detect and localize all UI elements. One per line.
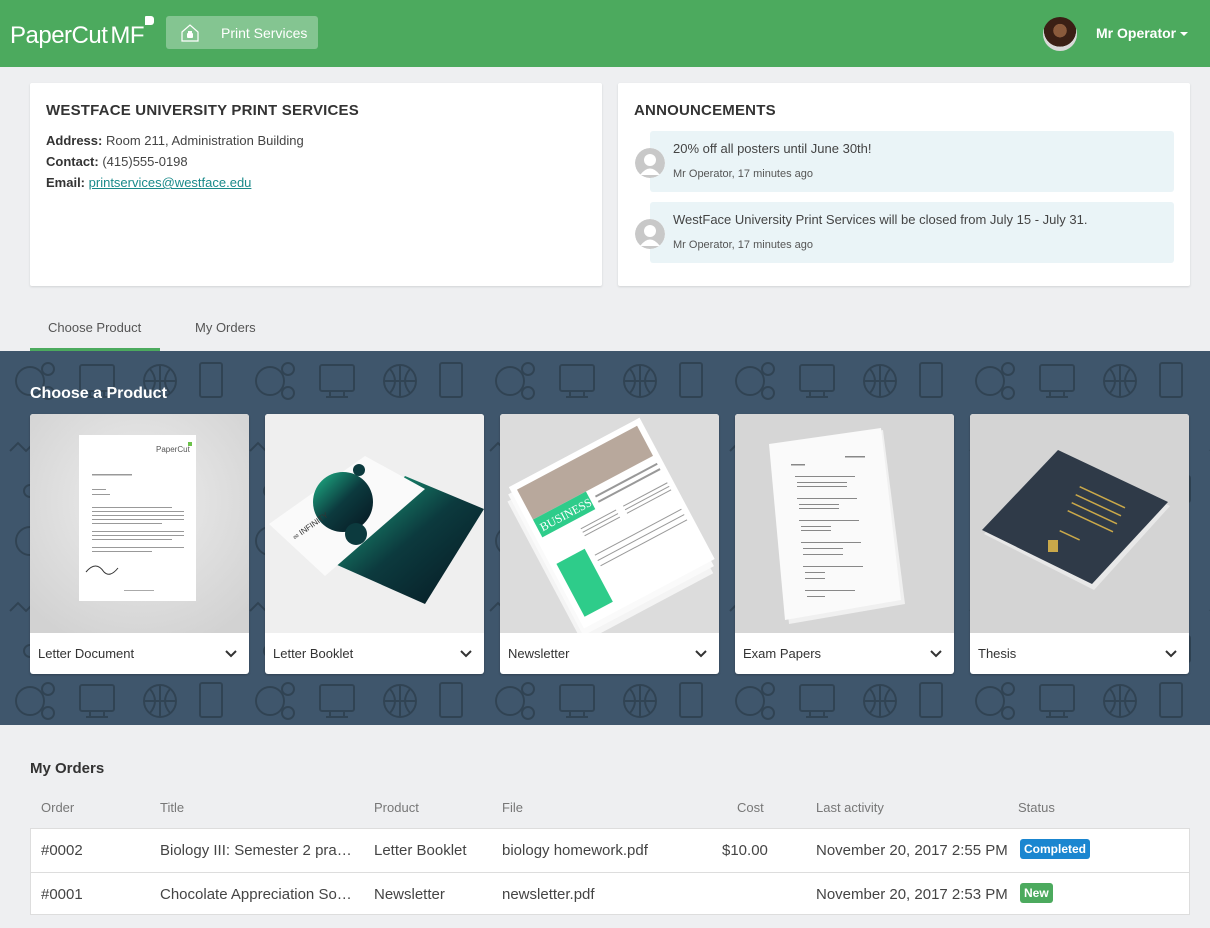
order-cost: $10.00 [722,842,768,859]
product-label: Letter Document [38,646,135,661]
announcement-text: WestFace University Print Services will … [673,212,1088,227]
order-number: #0002 [41,842,83,859]
user-placeholder-icon [635,148,665,178]
exam-papers-image [735,414,954,633]
print-services-label: Print Services [221,24,308,41]
table-row[interactable]: #0001 Chocolate Appreciation So… Newslet… [31,872,1189,915]
chevron-down-icon[interactable] [1165,648,1177,658]
order-product: Letter Booklet [374,842,467,859]
chevron-down-icon[interactable] [695,648,707,658]
order-title: Biology III: Semester 2 pra… [160,842,352,859]
product-card-letter-document[interactable]: PaperCut Letter Document [30,414,249,674]
my-orders-heading: My Orders [30,760,105,777]
logo-flag-icon [145,16,155,25]
print-services-button[interactable]: Print Services [166,16,318,49]
orders-table-header: Order Title Product File Cost Last activ… [30,788,1190,828]
column-header-title[interactable]: Title [160,800,184,815]
product-card-letter-booklet[interactable]: ∞ INFINITY Letter Booklet [265,414,484,674]
column-header-order[interactable]: Order [41,800,74,815]
papercut-logo[interactable]: PaperCut MF [10,16,155,50]
address-label: Address: [46,133,103,148]
email-link[interactable]: printservices@westface.edu [89,175,252,190]
tab-choose-product[interactable]: Choose Product [48,320,141,335]
order-file: newsletter.pdf [502,886,595,903]
column-header-product[interactable]: Product [374,800,419,815]
product-card-thesis[interactable]: Thesis [970,414,1189,674]
orders-table: #0002 Biology III: Semester 2 pra… Lette… [30,828,1190,915]
address-value: Room 211, Administration Building [105,133,304,148]
product-label: Letter Booklet [273,646,354,661]
chevron-down-icon[interactable] [460,648,472,658]
thesis-image [970,414,1189,633]
order-number: #0001 [41,886,83,903]
announcement-meta: Mr Operator, 17 minutes ago [673,168,814,180]
column-header-status[interactable]: Status [1018,800,1055,815]
column-header-file[interactable]: File [502,800,523,815]
contact-value: (415)555-0198 [102,154,188,169]
print-services-info-card: WESTFACE UNIVERSITY PRINT SERVICES Addre… [30,83,602,286]
contact-label: Contact: [46,154,99,169]
tab-my-orders[interactable]: My Orders [195,320,256,335]
chevron-down-icon[interactable] [930,648,942,658]
product-card-newsletter[interactable]: BUSINESS Newsletter [500,414,719,674]
product-label: Exam Papers [743,646,822,661]
info-card-title: WESTFACE UNIVERSITY PRINT SERVICES [46,102,359,119]
svg-text:PaperCut: PaperCut [156,445,191,454]
chevron-down-icon[interactable] [225,648,237,658]
announcement-item: 20% off all posters until June 30th! Mr … [635,131,1174,192]
letter-booklet-image: ∞ INFINITY [265,414,484,633]
announcement-meta: Mr Operator, 17 minutes ago [673,239,814,251]
announcements-card: ANNOUNCEMENTS 20% off all posters until … [618,83,1190,286]
letter-document-image: PaperCut [30,414,249,633]
announcement-text: 20% off all posters until June 30th! [673,141,872,156]
status-badge: Completed [1020,839,1091,859]
order-title: Chocolate Appreciation So… [160,886,352,903]
brand-name: PaperCut [10,22,108,49]
caret-down-icon[interactable] [1180,32,1188,36]
product-label: Newsletter [508,646,570,661]
column-header-last-activity[interactable]: Last activity [816,800,884,815]
product-label: Thesis [978,646,1017,661]
email-label: Email: [46,175,86,190]
email-line: Email: printservices@westface.edu [46,175,251,190]
column-header-cost[interactable]: Cost [737,800,764,815]
home-print-icon [181,23,199,42]
top-bar: PaperCut MF Print Services Mr Operator [0,0,1210,67]
status-badge: New [1020,883,1053,903]
product-card-exam-papers[interactable]: Exam Papers [735,414,954,674]
announcements-title: ANNOUNCEMENTS [634,102,776,119]
newsletter-image: BUSINESS [500,414,719,633]
products-section: Choose a Product PaperCut Letter Documen… [0,351,1210,725]
order-last-activity: November 20, 2017 2:53 PM [816,886,1008,903]
order-file: biology homework.pdf [502,842,648,859]
user-placeholder-icon [635,219,665,249]
contact-line: Contact: (415)555-0198 [46,154,188,169]
user-menu[interactable]: Mr Operator [1096,25,1176,41]
order-product: Newsletter [374,886,445,903]
brand-suffix: MF [110,22,145,49]
order-last-activity: November 20, 2017 2:55 PM [816,842,1008,859]
table-row[interactable]: #0002 Biology III: Semester 2 pra… Lette… [31,829,1189,872]
user-avatar[interactable] [1043,17,1077,51]
address-line: Address: Room 211, Administration Buildi… [46,133,304,148]
announcement-item: WestFace University Print Services will … [635,202,1174,263]
choose-product-heading: Choose a Product [30,385,167,402]
